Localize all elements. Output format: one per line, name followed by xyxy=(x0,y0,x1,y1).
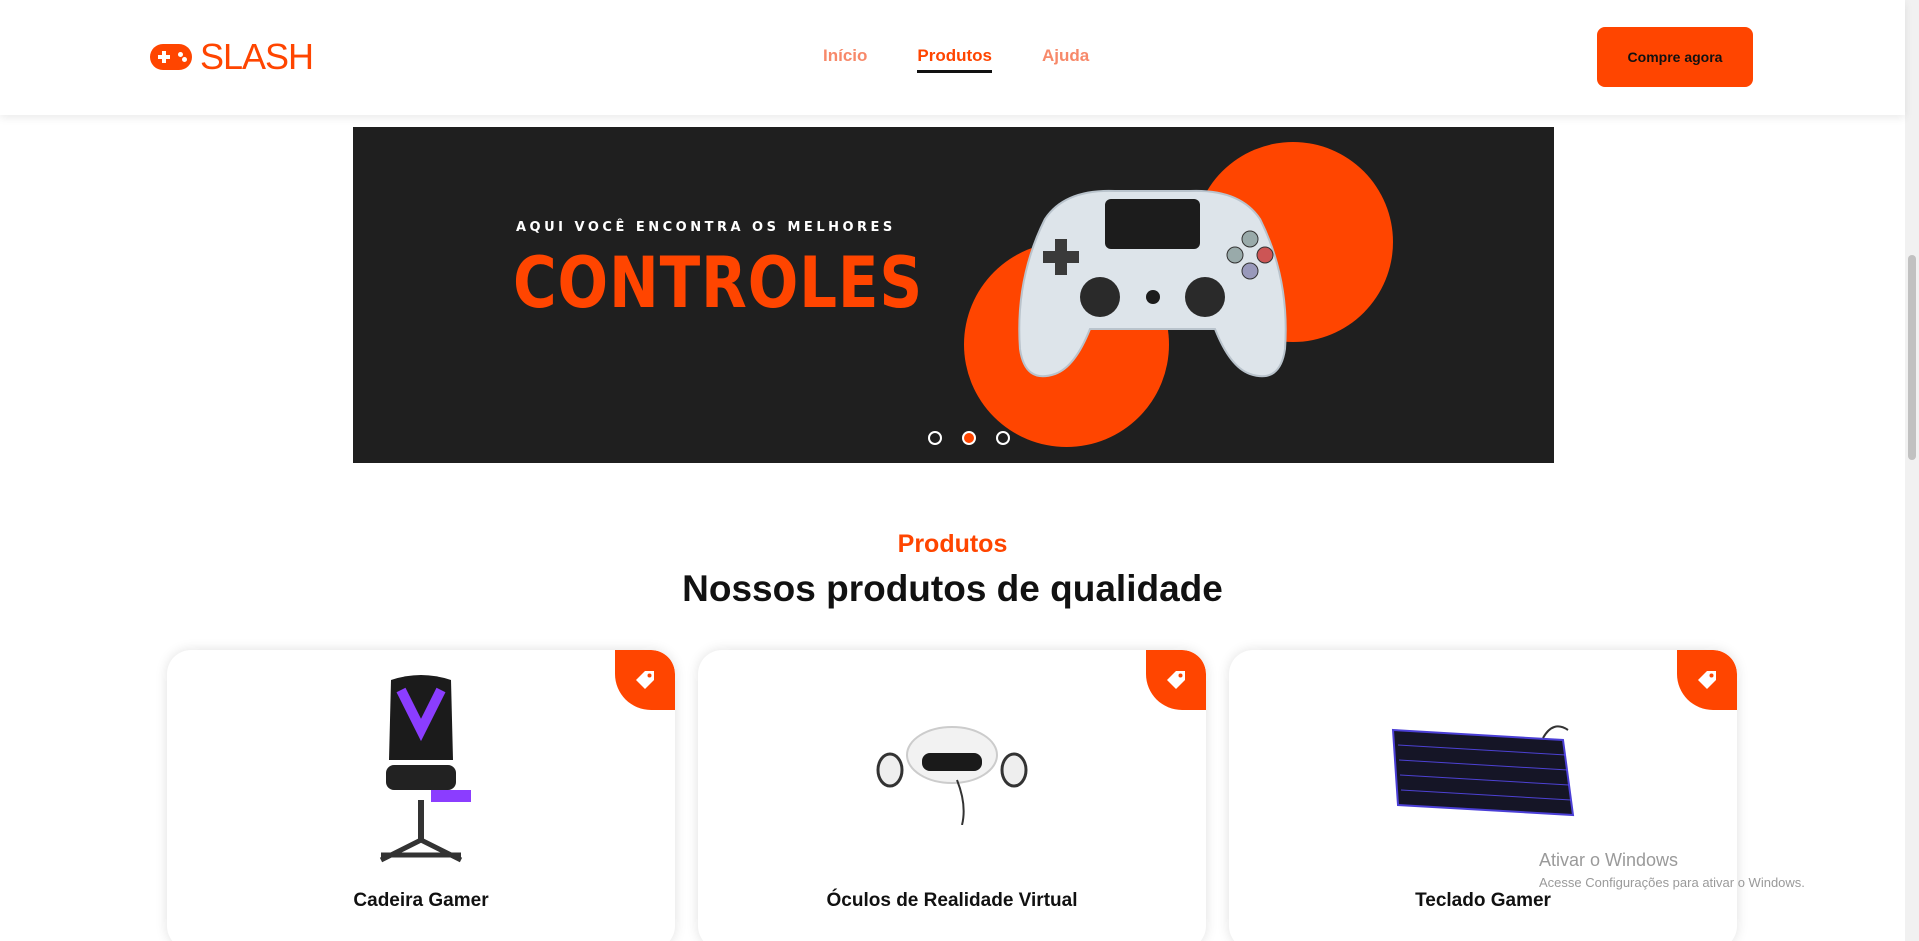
logo-text: SLASH xyxy=(200,36,314,77)
gaming-chair-image xyxy=(379,675,471,863)
logo[interactable]: SLASH xyxy=(150,36,314,78)
watermark-title: Ativar o Windows xyxy=(1539,850,1679,870)
site-header: SLASH Início Produtos Ajuda Compre agora xyxy=(0,0,1905,115)
carousel-dots xyxy=(928,431,1010,445)
watermark-subtitle: Acesse Configurações para ativar o Windo… xyxy=(1539,875,1805,890)
hero-banner: AQUI VOCÊ ENCONTRA OS MELHORES CONTROLES xyxy=(353,127,1554,463)
tag-icon xyxy=(1698,671,1716,689)
buy-now-button[interactable]: Compre agora xyxy=(1597,27,1753,87)
windows-activation-watermark: Ativar o Windows Acesse Configurações pa… xyxy=(1539,850,1805,890)
game-controller-image xyxy=(1018,189,1287,378)
section-title: Nossos produtos de qualidade xyxy=(682,568,1223,609)
product-name: Cadeira Gamer xyxy=(353,890,489,911)
vr-headset-image xyxy=(876,726,1028,825)
page-scrollbar[interactable] xyxy=(1905,0,1919,941)
product-card[interactable]: Teclado Gamer xyxy=(1229,650,1737,941)
gamepad-logo-icon xyxy=(150,44,192,70)
product-card[interactable]: Óculos de Realidade Virtual xyxy=(698,650,1206,941)
page: SLASH Início Produtos Ajuda Compre agora… xyxy=(0,0,1919,941)
main-nav: Início Produtos Ajuda xyxy=(823,46,1089,73)
tag-icon xyxy=(636,671,654,689)
scrollbar-thumb[interactable] xyxy=(1908,255,1916,460)
nav-item-produtos[interactable]: Produtos xyxy=(917,46,993,73)
gaming-keyboard-image xyxy=(1391,725,1575,817)
nav-item-ajuda[interactable]: Ajuda xyxy=(1042,46,1089,73)
carousel-dot[interactable] xyxy=(928,431,942,445)
product-name: Óculos de Realidade Virtual xyxy=(826,890,1078,911)
carousel-dot-active[interactable] xyxy=(962,431,976,445)
banner-subtitle: AQUI VOCÊ ENCONTRA OS MELHORES xyxy=(516,220,896,235)
tag-badge[interactable] xyxy=(615,650,675,710)
tag-badge[interactable] xyxy=(1677,650,1737,710)
banner-title: CONTROLES xyxy=(513,242,924,324)
product-card[interactable]: Cadeira Gamer xyxy=(167,650,675,941)
tag-badge[interactable] xyxy=(1146,650,1206,710)
section-kicker: Produtos xyxy=(897,530,1008,558)
product-name: Teclado Gamer xyxy=(1415,890,1551,911)
tag-icon xyxy=(1167,671,1185,689)
nav-item-inicio[interactable]: Início xyxy=(823,46,867,73)
carousel-dot[interactable] xyxy=(996,431,1010,445)
